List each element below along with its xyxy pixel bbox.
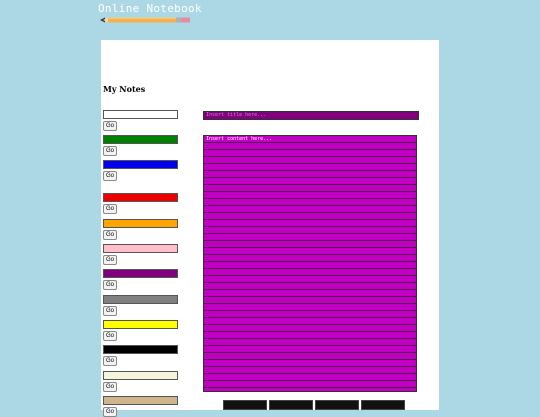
color-swatch[interactable]	[103, 135, 178, 144]
go-button[interactable]: Go	[103, 331, 117, 341]
swatch-group: Go	[103, 219, 178, 240]
swatch-group: Go	[103, 295, 178, 316]
color-swatch[interactable]	[103, 269, 178, 278]
go-button[interactable]: Go	[103, 356, 117, 366]
title-placeholder: Insert title here...	[206, 112, 267, 118]
swatch-group: Go	[103, 269, 178, 290]
swatch-group: Go	[103, 371, 178, 392]
color-swatch[interactable]	[103, 320, 178, 329]
color-swatch[interactable]	[103, 160, 178, 169]
note-content-textarea[interactable]: Insert content here...	[203, 135, 417, 392]
note-title-input[interactable]: Insert title here...	[203, 111, 419, 120]
swatch-group: Go	[103, 193, 178, 214]
swatch-group: Go	[103, 160, 178, 181]
swatch-group: Go	[103, 396, 178, 417]
color-swatch[interactable]	[103, 295, 178, 304]
go-button[interactable]: Go	[103, 146, 117, 156]
toolbar-button[interactable]	[223, 400, 267, 410]
color-swatch[interactable]	[103, 396, 178, 405]
go-button[interactable]: Go	[103, 121, 117, 131]
swatch-group: Go	[103, 135, 178, 156]
swatch-group: Go	[103, 244, 178, 265]
go-button[interactable]: Go	[103, 280, 117, 290]
go-button[interactable]: Go	[103, 306, 117, 316]
go-button[interactable]: Go	[103, 382, 117, 392]
color-swatch[interactable]	[103, 371, 178, 380]
toolbar-button[interactable]	[269, 400, 313, 410]
go-button[interactable]: Go	[103, 204, 117, 214]
color-swatch[interactable]	[103, 345, 178, 354]
my-notes-heading: My Notes	[103, 84, 146, 94]
site-title: Online Notebook	[98, 2, 202, 15]
editor-toolbar	[223, 400, 405, 410]
toolbar-button[interactable]	[315, 400, 359, 410]
toolbar-button[interactable]	[361, 400, 405, 410]
pencil-icon	[100, 17, 190, 23]
go-button[interactable]: Go	[103, 230, 117, 240]
color-swatch[interactable]	[103, 219, 178, 228]
swatch-group: Go	[103, 345, 178, 366]
content-placeholder: Insert content here...	[206, 136, 273, 142]
color-swatch[interactable]	[103, 193, 178, 202]
go-button[interactable]: Go	[103, 407, 117, 417]
swatch-group: Go	[103, 110, 178, 131]
go-button[interactable]: Go	[103, 171, 117, 181]
color-swatch[interactable]	[103, 244, 178, 253]
go-button[interactable]: Go	[103, 255, 117, 265]
swatch-group: Go	[103, 320, 178, 341]
color-swatch[interactable]	[103, 110, 178, 119]
notebook-panel: My Notes Go Go Go Go Go Go Go Go Go Go Go Go Insert…	[101, 40, 439, 417]
